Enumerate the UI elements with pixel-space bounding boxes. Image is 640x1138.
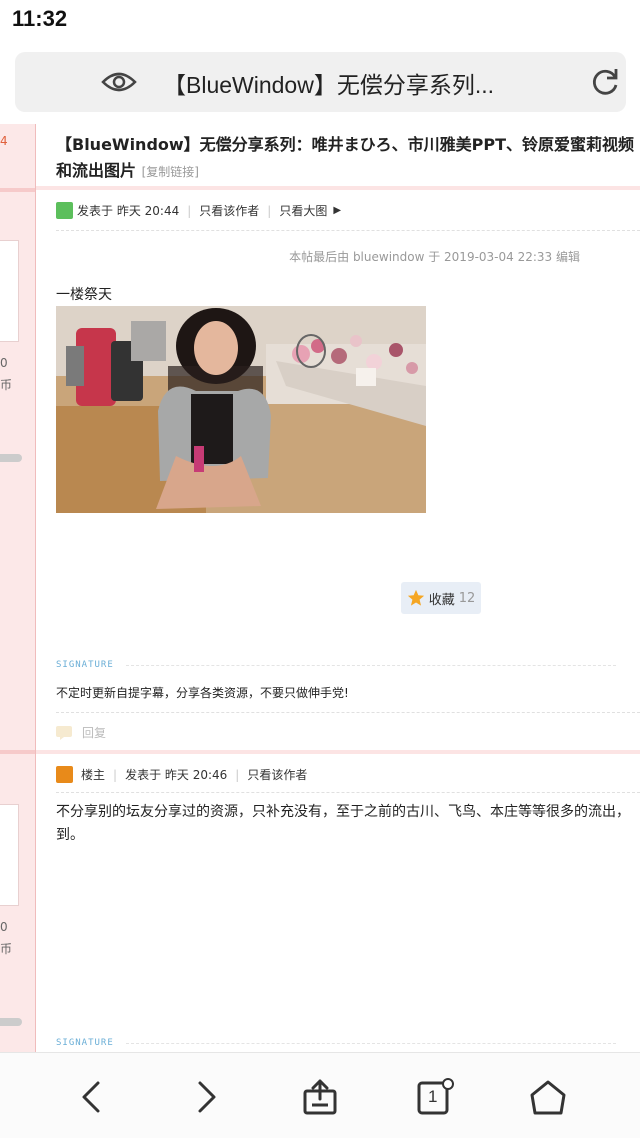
address-bar[interactable]: 【BlueWindow】无偿分享系列... <box>15 52 626 112</box>
bottom-navigation: 1 <box>0 1052 640 1138</box>
home-icon[interactable] <box>528 1077 568 1117</box>
post-text: 不分享别的坛友分享过的资源，只补充没有，至于之前的古川、飞鸟、本庄等等很多的流出… <box>56 804 630 843</box>
sidebar-avatar-card[interactable] <box>0 804 19 906</box>
separator: | <box>267 203 272 218</box>
star-icon <box>407 589 424 606</box>
post-meta: 楼主 | 发表于 昨天 20:46 | 只看该作者 <box>56 766 307 783</box>
sidebar-divider <box>0 188 35 192</box>
status-bar: 11:32 <box>0 0 640 44</box>
left-sidebar: 4 0 币 0 币 <box>0 124 36 1052</box>
reply-button[interactable]: 回复 <box>56 724 106 741</box>
signature-label: SIGNATURE <box>56 1038 114 1048</box>
reload-icon[interactable] <box>589 66 621 98</box>
avatar-icon <box>56 202 73 219</box>
tabs-count: 1 <box>428 1087 438 1106</box>
separator: | <box>187 203 192 218</box>
post-time: 发表于 昨天 20:46 <box>125 768 228 782</box>
signature-label: SIGNATURE <box>56 660 114 670</box>
forward-icon[interactable] <box>186 1077 226 1117</box>
favorite-count: 12 <box>458 590 476 606</box>
reply-label: 回复 <box>82 726 107 740</box>
back-icon[interactable] <box>72 1077 112 1117</box>
sidebar-badge-number: 4 <box>0 134 8 148</box>
sidebar-avatar-card[interactable] <box>0 240 19 342</box>
sidebar-divider <box>0 750 35 754</box>
only-author-link[interactable]: 只看该作者 <box>247 766 307 783</box>
owner-label: 楼主 <box>81 768 106 782</box>
sidebar-value: 0 <box>0 920 8 934</box>
thread-content: 【BlueWindow】无偿分享系列：唯井まひろ、市川雅美PPT、铃原爱蜜莉视频… <box>36 124 640 1052</box>
status-time: 11:32 <box>12 6 68 31</box>
favorite-label: 收藏 <box>428 592 455 608</box>
tabs-button[interactable]: 1 <box>414 1077 454 1117</box>
separator: | <box>113 767 118 782</box>
thread-title: 【BlueWindow】无偿分享系列：唯井まひろ、市川雅美PPT、铃原爱蜜莉视频… <box>56 132 640 185</box>
sidebar-unit: 币 <box>0 378 13 392</box>
meta-divider <box>56 230 640 231</box>
sidebar-value: 0 <box>0 356 8 370</box>
copy-link-button[interactable]: [复制链接] <box>142 165 199 179</box>
edit-note: 本帖最后由 bluewindow 于 2019-03-04 22:33 编辑 <box>289 250 580 264</box>
only-author-link[interactable]: 只看该作者 <box>199 202 259 219</box>
sidebar-bar <box>0 1018 22 1026</box>
favorite-button[interactable]: 收藏 12 <box>401 582 481 614</box>
signature-bottom-divider <box>56 712 640 713</box>
triangle-right-icon[interactable]: ▶ <box>333 205 341 216</box>
only-big-image-link[interactable]: 只看大图 <box>279 202 327 219</box>
reply-icon <box>56 725 72 740</box>
avatar-icon <box>56 766 73 783</box>
sidebar-bar <box>0 454 22 462</box>
sidebar-unit: 币 <box>0 942 13 956</box>
page-title[interactable]: 【BlueWindow】无偿分享系列... <box>163 66 523 100</box>
post-image[interactable] <box>56 306 426 513</box>
post-text: 一楼祭天 <box>56 287 112 303</box>
post-time: 发表于 昨天 20:44 <box>77 204 180 218</box>
thread-divider <box>36 186 640 190</box>
signature-divider <box>126 665 616 666</box>
signature-text: 不定时更新自提字幕，分享各类资源，不要只做伸手党! <box>56 686 349 700</box>
post-meta: 发表于 昨天 20:44 | 只看该作者 | 只看大图 ▶ <box>56 202 341 219</box>
meta-divider <box>56 792 640 793</box>
share-icon[interactable] <box>300 1077 340 1117</box>
separator: | <box>235 767 240 782</box>
signature-divider <box>126 1043 616 1044</box>
post-divider <box>36 750 640 754</box>
eye-icon[interactable] <box>101 68 137 96</box>
